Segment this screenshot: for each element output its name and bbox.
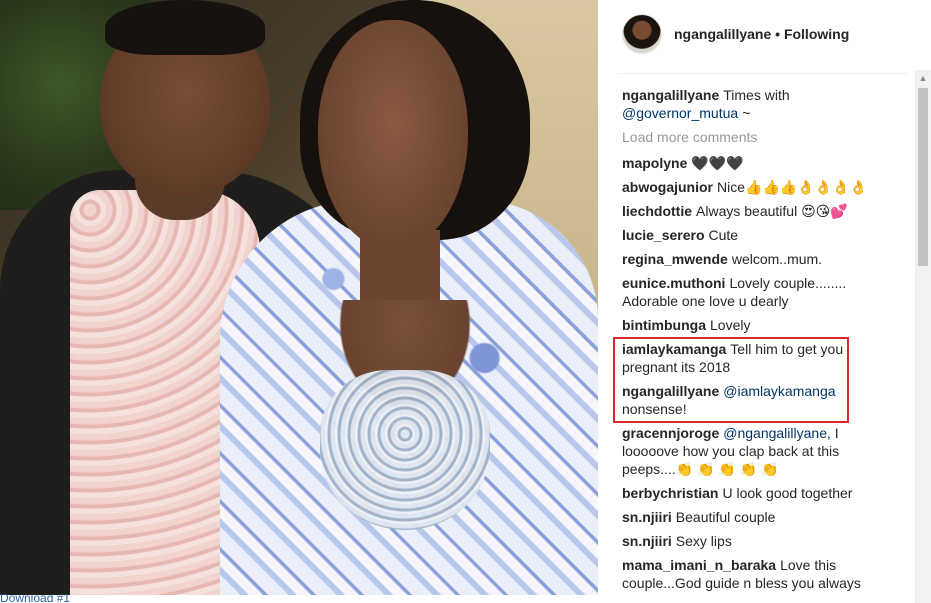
- comment-username[interactable]: eunice.muthoni: [622, 275, 725, 291]
- comment-text: Cute: [708, 227, 739, 243]
- following-button[interactable]: Following: [784, 26, 849, 42]
- comment-username[interactable]: berbychristian: [622, 485, 718, 501]
- comment-text: Lovely: [710, 317, 751, 333]
- comment-item: berbychristian U look good together: [622, 484, 892, 502]
- comment-username[interactable]: abwogajunior: [622, 179, 713, 195]
- comment-text: Sexy lips: [675, 533, 732, 549]
- comment-item: iamlaykamanga Tell him to get you pregnan…: [622, 340, 892, 376]
- comment-username[interactable]: regina_mwende: [622, 251, 728, 267]
- header-divider: [618, 73, 908, 74]
- comment-item: regina_mwende welcom..mum.: [622, 250, 892, 268]
- comment-item: lucie_serero Cute: [622, 226, 892, 244]
- comment-username[interactable]: bintimbunga: [622, 317, 706, 333]
- scrollbar[interactable]: ▲: [915, 70, 931, 603]
- photo-woman-face: [318, 20, 468, 250]
- download-link[interactable]: Download #1: [0, 594, 70, 603]
- comment-item: abwogajunior Nice👍👍👍👌👌👌👌: [622, 178, 892, 196]
- comment-username[interactable]: liechdottie: [622, 203, 692, 219]
- comment-username[interactable]: mama_imani_n_baraka: [622, 557, 776, 573]
- comment-username[interactable]: gracennjoroge: [622, 425, 719, 441]
- comment-item: gracennjoroge @ngangalillyane, I looooove…: [622, 424, 892, 478]
- comment-username[interactable]: sn.njiiri: [622, 509, 672, 525]
- photo-man-hair: [105, 0, 265, 55]
- comment-username[interactable]: lucie_serero: [622, 227, 705, 243]
- post-caption: ngangalillyane Times with @governor_mutua…: [622, 86, 892, 122]
- comment-item: eunice.muthoni Lovely couple........ Ador…: [622, 274, 892, 310]
- header-user-line: ngangalillyane • Following: [674, 26, 849, 42]
- comment-username[interactable]: ngangalillyane: [622, 383, 719, 399]
- comment-username[interactable]: iamlaykamanga: [622, 341, 726, 357]
- avatar[interactable]: [622, 14, 662, 54]
- photo-necklace: [320, 370, 490, 530]
- caption-username[interactable]: ngangalillyane: [622, 87, 719, 103]
- scroll-up-arrow-icon[interactable]: ▲: [915, 70, 931, 86]
- comment-text: Nice👍👍👍👌👌👌👌: [717, 179, 868, 195]
- comments-list: ngangalillyane Times with @governor_mutua…: [622, 86, 892, 598]
- comment-item: sn.njiiri Beautiful couple: [622, 508, 892, 526]
- post-photo[interactable]: [0, 0, 598, 595]
- comment-text: U look good together: [722, 485, 853, 501]
- comment-mention[interactable]: @ngangalillyane,: [723, 425, 831, 441]
- comment-item: sn.njiiri Sexy lips: [622, 532, 892, 550]
- load-more-comments-button[interactable]: Load more comments: [622, 128, 892, 146]
- header-separator: •: [775, 26, 781, 42]
- comment-item: bintimbunga Lovely: [622, 316, 892, 334]
- caption-text: Times with: [723, 87, 790, 103]
- comment-text: Always beautiful 😍😘💕: [696, 203, 848, 219]
- comment-username[interactable]: mapolyne: [622, 155, 687, 171]
- comment-username[interactable]: sn.njiiri: [622, 533, 672, 549]
- caption-tail: ~: [742, 105, 751, 121]
- caption-mention[interactable]: @governor_mutua: [622, 105, 738, 121]
- comments-panel: ngangalillyane • Following ngangalillyan…: [598, 0, 931, 603]
- comment-text: nonsense!: [622, 401, 687, 417]
- scrollbar-thumb[interactable]: [918, 88, 928, 266]
- comment-item: mapolyne 🖤🖤🖤: [622, 154, 892, 172]
- header-username[interactable]: ngangalillyane: [674, 26, 771, 42]
- comment-item: ngangalillyane @iamlaykamanga nonsense!: [622, 382, 892, 418]
- comment-text: Beautiful couple: [675, 509, 776, 525]
- comment-text: welcom..mum.: [731, 251, 823, 267]
- comment-item: mama_imani_n_baraka Love this couple...Go…: [622, 556, 892, 592]
- comment-mention[interactable]: @iamlaykamanga: [723, 383, 835, 399]
- comment-item: liechdottie Always beautiful 😍😘💕: [622, 202, 892, 220]
- post-header: ngangalillyane • Following: [598, 0, 931, 73]
- comment-text: 🖤🖤🖤: [691, 155, 744, 171]
